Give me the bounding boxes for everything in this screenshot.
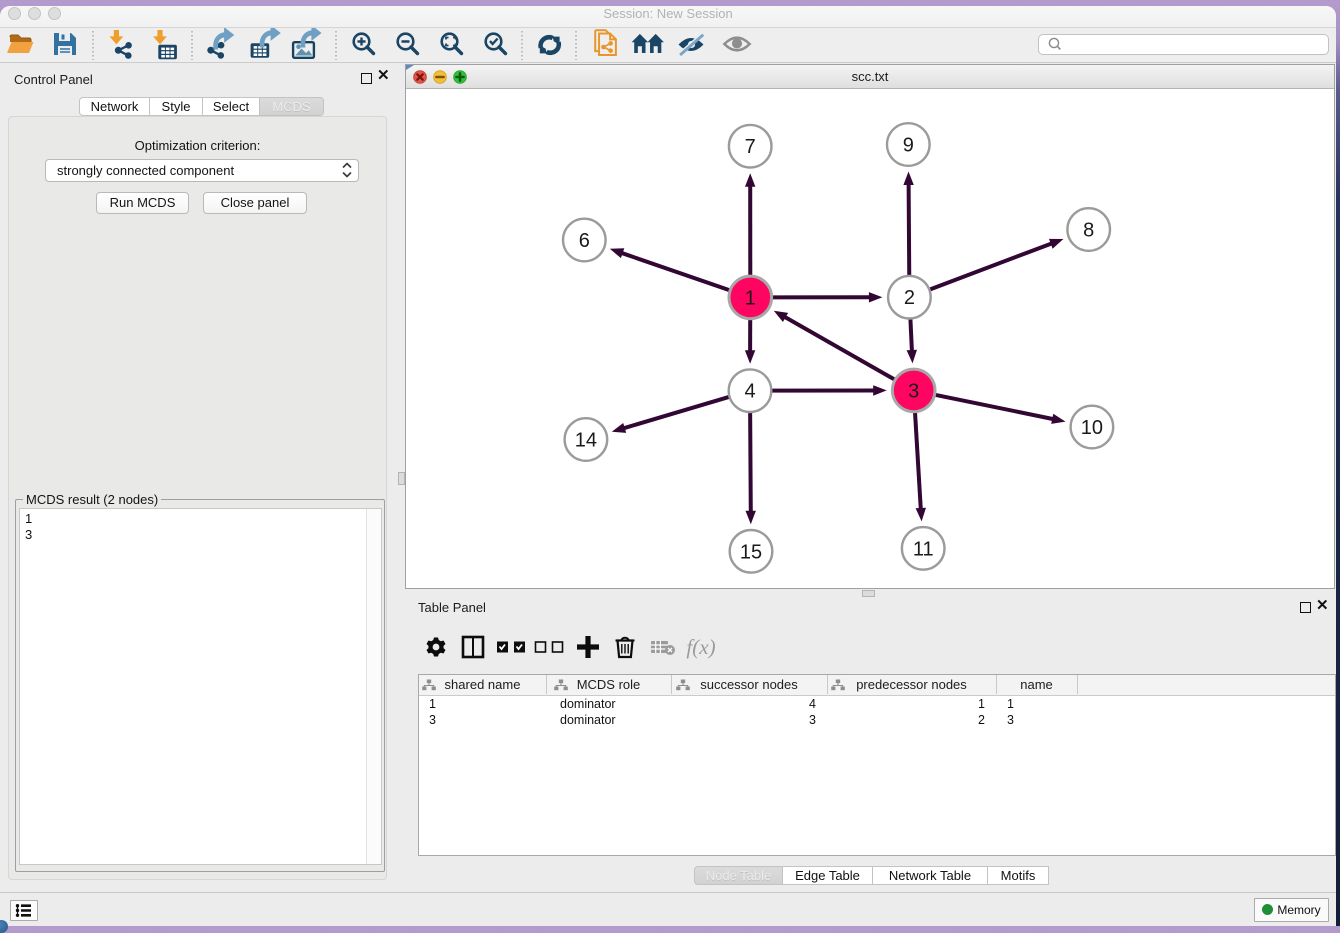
svg-text:4: 4 xyxy=(744,381,755,403)
svg-text:1: 1 xyxy=(745,287,756,309)
svg-text:f(x): f(x) xyxy=(686,635,715,659)
svg-text:10: 10 xyxy=(1081,417,1103,439)
svg-text:3: 3 xyxy=(908,380,919,402)
svg-text:14: 14 xyxy=(575,430,597,452)
svg-text:7: 7 xyxy=(745,136,756,158)
svg-text:6: 6 xyxy=(579,230,590,252)
svg-text:2: 2 xyxy=(904,287,915,309)
svg-text:8: 8 xyxy=(1083,220,1094,242)
svg-text:15: 15 xyxy=(740,541,762,563)
svg-text:11: 11 xyxy=(913,538,934,560)
svg-text:9: 9 xyxy=(903,135,914,157)
